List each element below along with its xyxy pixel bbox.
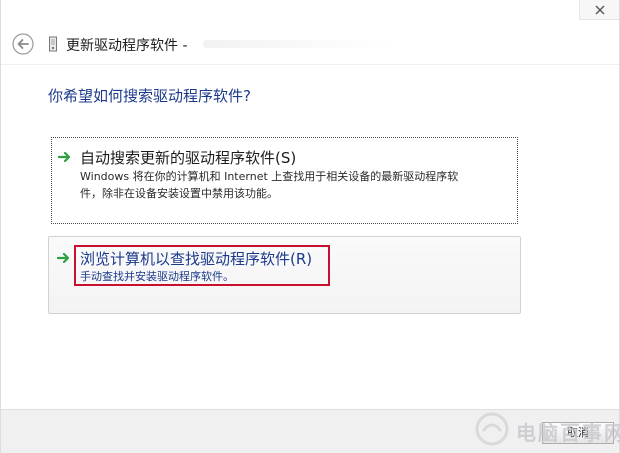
auto-search-option[interactable]: 自动搜索更新的驱动程序软件(S) Windows 将在你的计算机和 Intern… (51, 137, 518, 224)
close-button[interactable] (579, 0, 619, 20)
watermark-text: 电脑百事网 (516, 421, 620, 445)
green-arrow-icon (58, 151, 71, 163)
highlight-annotation-box (74, 245, 330, 286)
auto-search-description-line1: Windows 将在你的计算机和 Internet 上查找用于相关设备的最新驱动… (80, 170, 459, 183)
site-watermark: 电脑百事网 (474, 411, 620, 447)
auto-search-title: 自动搜索更新的驱动程序软件(S) (80, 149, 297, 167)
obscured-device-name (203, 40, 393, 48)
search-question-heading: 你希望如何搜索驱动程序软件? (48, 87, 251, 105)
dialog-header: 更新驱动程序软件 - (1, 24, 619, 65)
device-icon (49, 36, 57, 52)
watermark-logo-icon (475, 412, 509, 446)
auto-search-description: Windows 将在你的计算机和 Internet 上查找用于相关设备的最新驱动… (80, 168, 510, 202)
auto-search-description-line2: 件，除非在设备安装设置中禁用该功能。 (80, 187, 278, 200)
title-bar (1, 0, 619, 24)
update-driver-dialog: 更新驱动程序软件 - 你希望如何搜索驱动程序软件? 自动搜索更新的驱动程序软件(… (0, 0, 620, 453)
dialog-title: 更新驱动程序软件 - (66, 38, 188, 54)
green-arrow-icon (57, 252, 70, 264)
back-arrow-icon[interactable] (12, 33, 34, 55)
close-icon (595, 5, 605, 15)
